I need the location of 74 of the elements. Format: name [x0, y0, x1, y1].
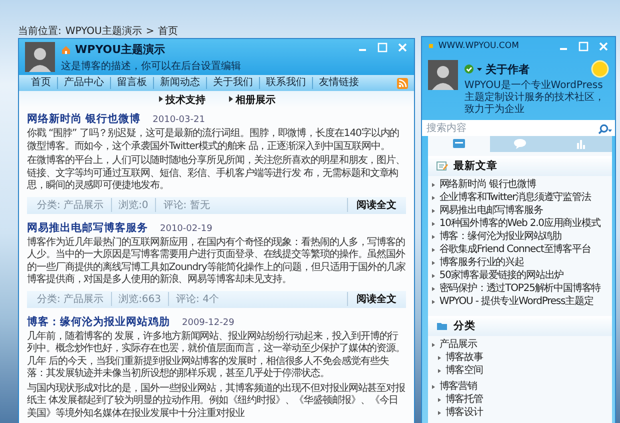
read-more-link[interactable]: 阅读全文: [347, 198, 396, 212]
subnav-link[interactable]: 技术支持: [158, 93, 206, 107]
nav-link[interactable]: 留言板: [111, 77, 154, 89]
meta-text: 分类: 产品展示: [37, 198, 112, 212]
post-date: 2009-12-29: [182, 318, 234, 328]
recent-post-link[interactable]: 网络新时尚 银行也微博: [431, 179, 536, 190]
nav-link[interactable]: 友情链接: [313, 77, 365, 89]
breadcrumb-separator: >: [146, 26, 154, 36]
read-more-link[interactable]: 阅读全文: [347, 292, 396, 306]
chat-bubble-icon: [512, 137, 528, 151]
site-url: WWW.WPYOU.COM: [438, 41, 520, 51]
avatar-silhouette: [25, 42, 55, 72]
post-paragraph: 几年前，随着博客的 发展，许多地方新闻网站、报业网站纷纷行动起来，投入到开博的行列中。概念炒作也好，实际存在也罢，就价值层面而言，这一举动至少保护了媒体的资源。几年 后的今天，当我们重新提到报业网站博客的发展时，相信很多人不免会感觉有些失落：其发展轨迹并未像当初所设想的那样乐观，甚至几乎处于停滞状态。: [27, 330, 406, 380]
breadcrumb-label: 当前位置:: [18, 24, 62, 38]
meta-text: 评论: 暂无: [163, 198, 211, 212]
author-bio: WPYOU是一个专业WordPress主题定制设计服务的技术社区，致力于为企业: [464, 80, 606, 116]
section-title: 分类: [453, 319, 476, 333]
square-icon: [428, 42, 434, 50]
category-link[interactable]: 博客托管: [437, 394, 483, 405]
recent-post-link[interactable]: 50家博客最爱链接的网站出炉: [431, 270, 564, 281]
recent-post-link[interactable]: 10种国外博客的Web 2.0应用商业模式: [431, 218, 600, 229]
nav-link[interactable]: 联系我们: [260, 77, 313, 89]
maximize-icon[interactable]: [377, 42, 388, 53]
blog-description: 这是博客的描述，你可以在后台设置编辑: [61, 60, 242, 73]
post-paragraph: 博客作为近几年最热门的互联网新应用，在国内有个奇怪的现象：看热闹的人多，写博客的人少。当中的一大原因是写博客需要用户进行页面登录、在线提交等繁琐的操作。虽然国外的一些厂商提供的离线写博工具如Zoundry等能简化操作上的问题，但只适用于国外的几家博客提供商，对国是多人使用的新浪、网易等博客却未见支持。: [27, 236, 406, 286]
recent-post-link[interactable]: WPYOU - 提供专业WordPress主题定: [431, 296, 594, 307]
category-link[interactable]: 博客空间: [437, 365, 483, 376]
nav-link[interactable]: 关于我们: [207, 77, 260, 89]
recent-post-link[interactable]: 博客：缘何沦为报业网站鸡肋: [431, 231, 562, 242]
caret-icon: [477, 66, 482, 72]
folder-icon: [436, 320, 448, 332]
post-paragraph: 你戳 “围脖” 了吗？别迟疑，这可是最新的流行词组。围脖，即微博，长度在140字以内的微型博客。而如今，这个承袭国外Twitter模式的舶来 品，正逐渐深入到中国互联网中。: [27, 128, 400, 153]
category-link[interactable]: 产品展示: [431, 339, 477, 350]
status-check-icon: [464, 64, 474, 74]
meta-text: 浏览:0: [118, 198, 156, 212]
notepad-icon: [436, 160, 448, 172]
section-title: 最新文章: [453, 159, 498, 173]
meta-text: 浏览:663: [118, 292, 170, 306]
author-heading: 关于作者: [485, 62, 530, 76]
search-field[interactable]: 搜索内容: [422, 120, 598, 136]
blog-title: WPYOU主题演示: [75, 42, 166, 57]
home-icon: [61, 44, 71, 54]
recent-post-link[interactable]: 企业博客和Twitter消息须遵守监管法: [431, 192, 591, 203]
recent-post-link[interactable]: 博客服务行业的兴起: [431, 257, 524, 268]
recent-post-link[interactable]: 密码保护：透过TOP25解析中国博客特: [431, 283, 601, 294]
nav-link[interactable]: 首页: [25, 77, 58, 89]
post-paragraph: 在微博客的平台上，人们可以随时随地分享所见所闻，关注您所喜欢的明星和朋友，图片、链接、文字等均可通过互联网、短信、彩信、手机客户端等进行发 布，无需标题和文章构思，瞬间的灵感即可便捷地发布。: [27, 155, 406, 192]
post-title[interactable]: 网易推出电邮写博客服务: [27, 220, 148, 234]
recent-post-link[interactable]: 网易推出电邮写博客服务: [431, 205, 543, 216]
avatar-silhouette: [428, 60, 458, 90]
post-date: 2010-03-21: [152, 115, 205, 125]
close-icon[interactable]: [397, 42, 408, 53]
breadcrumb-link[interactable]: 首页: [158, 24, 178, 38]
sidebar-tab[interactable]: [490, 136, 551, 152]
post-date: 2010-02-19: [160, 224, 212, 234]
meta-text: 分类: 产品展示: [37, 292, 112, 306]
post-title[interactable]: 网络新时尚 银行也微博: [27, 112, 141, 126]
breadcrumb-link[interactable]: WPYOU主题演示: [65, 24, 142, 38]
meta-text: 评论: 4个: [176, 293, 220, 306]
nav-link[interactable]: 新闻动态: [154, 77, 207, 89]
window-icon: [450, 137, 467, 151]
sun-drawing: [591, 60, 609, 78]
category-link[interactable]: 博客故事: [437, 352, 483, 363]
rss-icon[interactable]: [397, 78, 408, 88]
close-icon[interactable]: [598, 40, 609, 52]
maximize-icon[interactable]: [578, 40, 589, 52]
category-link[interactable]: 博客设计: [437, 407, 483, 418]
search-icon[interactable]: [598, 120, 615, 136]
recent-post-link[interactable]: 谷歌集成Friend Connect至博客平台: [431, 244, 591, 255]
category-link[interactable]: 博客营销: [431, 381, 477, 392]
post-title[interactable]: 博客：缘何沦为报业网站鸡肋: [27, 314, 170, 328]
post-paragraph: 与国内现状形成对比的是，国外一些报业网站，其博客频道的出现不但对报业网站甚至对报纸主 体发展都起到了较为明显的拉动作用。例如《纽约时报》、《华盛顿邮报》、《今日美国》等境外知名媒体在报业发展中十分注重对报业: [27, 382, 406, 420]
nav-link[interactable]: 产品中心: [58, 77, 111, 89]
subnav-link[interactable]: 相册展示: [228, 93, 276, 107]
